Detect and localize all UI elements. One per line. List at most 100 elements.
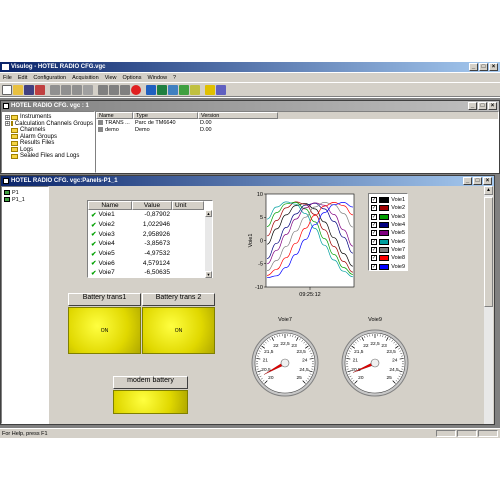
list-item[interactable]: demo Demo D.00 (96, 126, 498, 133)
table-row[interactable]: ✔ Voie1 -0,87902 (88, 210, 212, 220)
checkbox-checked-icon[interactable]: ✓ (371, 213, 377, 220)
legend-item[interactable]: ✓ Voie7 (371, 246, 405, 254)
config-maximize-button[interactable]: □ (478, 102, 487, 110)
panel-icon (4, 190, 10, 195)
panel-close-button[interactable]: × (483, 177, 492, 185)
menu-item-help[interactable]: ? (173, 75, 176, 81)
results-icon[interactable] (157, 84, 167, 95)
upload-icon[interactable] (120, 84, 130, 95)
menu-item-file[interactable]: File (3, 75, 12, 81)
checkbox-checked-icon[interactable]: ✓ (371, 255, 377, 262)
battery-trans2-button[interactable]: Battery trans 2 (142, 293, 215, 306)
delete-icon[interactable] (83, 84, 93, 95)
checkbox-checked-icon[interactable]: ✓ (371, 230, 377, 237)
legend-item[interactable]: ✓ Voie9 (371, 262, 405, 270)
stop-icon[interactable] (131, 84, 141, 95)
gauge-tick-label: 22,5 (280, 341, 290, 347)
tree-item[interactable]: + Calculation Channels Groups (5, 121, 93, 128)
table-row[interactable]: ✔ Voie2 1,022946 (88, 220, 212, 230)
close-button[interactable]: × (489, 63, 498, 71)
open-icon[interactable] (13, 84, 23, 95)
legend-swatch (379, 255, 390, 262)
cut-icon[interactable] (50, 84, 60, 95)
gauge-tick-label: 23,5 (387, 349, 397, 355)
minimize-button[interactable]: _ (469, 63, 478, 71)
legend-item[interactable]: ✓ Voie8 (371, 254, 405, 262)
panel-tree-item[interactable]: P1_1 (4, 196, 46, 203)
copy-icon[interactable] (61, 84, 71, 95)
save-icon[interactable] (24, 84, 34, 95)
document-icon (3, 103, 9, 109)
list-item[interactable]: TRANS ... Parc de TM6640 D.00 (96, 119, 498, 126)
column-header-version[interactable]: Version (198, 112, 278, 119)
config-close-button[interactable]: × (488, 102, 497, 110)
table-row[interactable]: ✔ Voie4 -3,85673 (88, 239, 212, 249)
checkbox-checked-icon[interactable]: ✓ (371, 197, 377, 204)
folder-icon (11, 140, 18, 146)
checkbox-checked-icon[interactable]: ✓ (371, 238, 377, 245)
new-icon[interactable] (2, 84, 12, 95)
value-table-scrollbar[interactable]: ▲ ▼ (205, 210, 212, 278)
expand-icon[interactable]: + (5, 114, 10, 120)
checkbox-checked-icon[interactable]: ✓ (371, 263, 377, 270)
channel-value: -6,50635 (144, 269, 170, 277)
y-tick-label: -5 (258, 262, 263, 268)
menu-item-options[interactable]: Options (123, 75, 142, 81)
paste-icon[interactable] (72, 84, 82, 95)
scroll-up-arrow-icon[interactable]: ▲ (205, 210, 212, 217)
checkbox-checked-icon[interactable]: ✓ (371, 222, 377, 229)
print-icon[interactable] (35, 84, 45, 95)
y-axis-label: Voie1 (248, 234, 254, 248)
table-row[interactable]: ✔ Voie5 -4,97532 (88, 249, 212, 259)
panel-tree: P1 P1_1 (1, 186, 49, 424)
alarm-icon[interactable] (190, 84, 200, 95)
chart-icon[interactable] (179, 84, 189, 95)
menu-item-acquisition[interactable]: Acquisition (72, 75, 99, 81)
menu-item-window[interactable]: Window (147, 75, 167, 81)
channel-value: 4,579124 (142, 259, 170, 267)
menu-item-view[interactable]: View (105, 75, 117, 81)
gauge-voie9-svg: Voie92020,52121,522 22,5 2323,52424,525 (341, 317, 409, 397)
maximize-button[interactable]: □ (479, 63, 488, 71)
instrument-type: Parc de TM6640 (135, 119, 176, 126)
checkbox-checked-icon[interactable]: ✓ (371, 205, 377, 212)
legend-item[interactable]: ✓ Voie2 (371, 204, 405, 212)
scroll-thumb[interactable] (484, 197, 493, 307)
tree-item-label: Results Files (20, 140, 55, 147)
table-row[interactable]: ✔ Voie3 2,958926 (88, 229, 212, 239)
vertical-scrollbar[interactable]: ▲ (484, 186, 493, 424)
column-header-type[interactable]: Type (133, 112, 198, 119)
column-header-name[interactable]: Name (88, 201, 132, 210)
legend-item[interactable]: ✓ Voie1 (371, 196, 405, 204)
column-header-name[interactable]: Name (96, 112, 133, 119)
download-icon[interactable] (109, 84, 119, 95)
panel-icon[interactable] (168, 84, 178, 95)
scroll-up-arrow-icon[interactable]: ▲ (484, 186, 493, 195)
gauge-hub (280, 358, 290, 368)
tree-item[interactable]: Sealed Files and Logs (5, 153, 91, 160)
battery-trans1-button[interactable]: Battery trans1 (68, 293, 141, 306)
checkbox-checked-icon[interactable]: ✓ (371, 246, 377, 253)
channels-icon[interactable] (146, 84, 156, 95)
gauge-tick-label: 21,5 (264, 349, 274, 355)
panel-tree-item[interactable]: P1 (4, 189, 46, 196)
scroll-down-arrow-icon[interactable]: ▼ (205, 271, 212, 278)
column-header-unit[interactable]: Unit (172, 201, 204, 210)
table-row[interactable]: ✔ Voie6 4,579124 (88, 258, 212, 268)
config-minimize-button[interactable]: _ (468, 102, 477, 110)
table-row[interactable]: ✔ Voie7 -6,50635 (88, 268, 212, 278)
column-header-value[interactable]: Value (132, 201, 172, 210)
modem-battery-button[interactable]: modem battery (113, 376, 188, 389)
acquire-icon[interactable] (98, 84, 108, 95)
info-icon[interactable] (205, 84, 215, 95)
legend-item[interactable]: ✓ Voie3 (371, 213, 405, 221)
legend-item[interactable]: ✓ Voie6 (371, 237, 405, 245)
legend-item[interactable]: ✓ Voie4 (371, 221, 405, 229)
panel-maximize-button[interactable]: □ (473, 177, 482, 185)
help-icon[interactable] (216, 84, 226, 95)
panel-minimize-button[interactable]: _ (463, 177, 472, 185)
menu-item-configuration[interactable]: Configuration (33, 75, 66, 81)
expand-icon[interactable]: + (5, 121, 10, 127)
menu-item-edit[interactable]: Edit (18, 75, 27, 81)
legend-item[interactable]: ✓ Voie5 (371, 229, 405, 237)
